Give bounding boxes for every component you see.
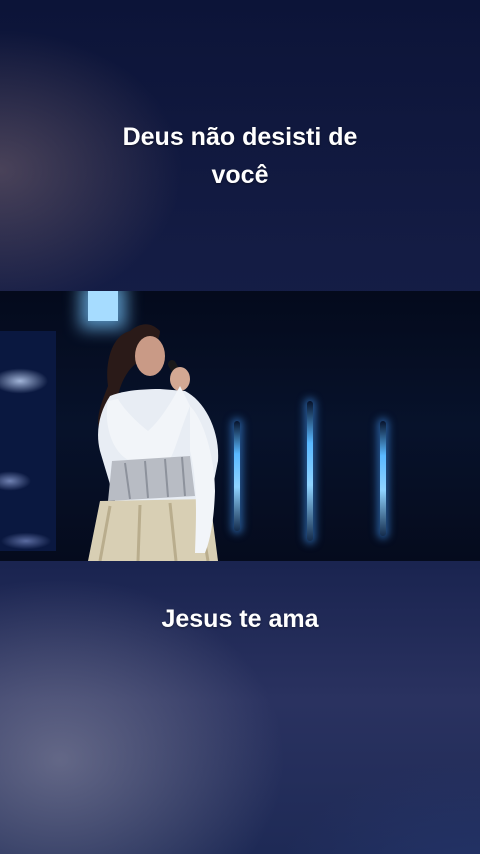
- reel-screen[interactable]: Deus não desisti de você Jesus te ama: [0, 0, 480, 854]
- singer-figure: [88, 324, 219, 561]
- top-caption-line-1: Deus não desisti de: [122, 123, 358, 151]
- top-caption: Deus não desisti de você: [0, 118, 480, 194]
- top-caption-line-2: você: [211, 161, 269, 189]
- video-frame[interactable]: [0, 291, 480, 561]
- bottom-caption: Jesus te ama: [161, 605, 319, 633]
